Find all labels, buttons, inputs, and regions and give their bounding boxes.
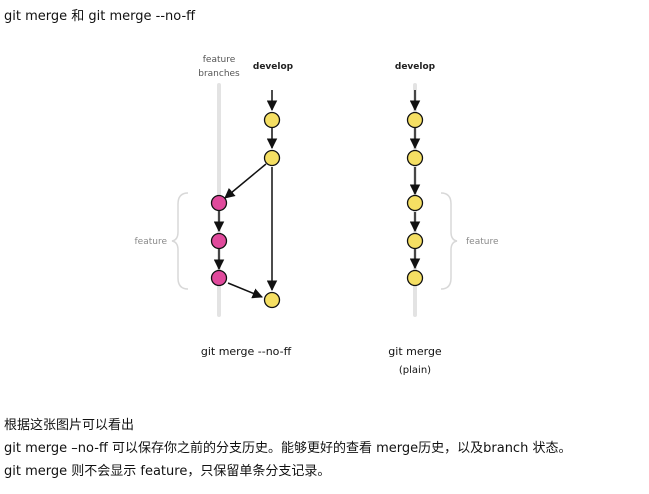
plain-commit-2 bbox=[406, 149, 424, 167]
plain-commit-3 bbox=[406, 194, 424, 212]
feature-brace-left bbox=[171, 192, 189, 290]
arrow-merge-in bbox=[227, 282, 263, 299]
feature-commit-2 bbox=[210, 232, 228, 250]
feature-brace-label-left: feature bbox=[135, 237, 168, 247]
feature-commit-3 bbox=[210, 269, 228, 287]
feature-commit-1 bbox=[210, 194, 228, 212]
feature-brace-label-right: feature bbox=[466, 237, 499, 247]
paragraph-intro: 根据这张图片可以看出 bbox=[4, 418, 135, 433]
plain-commit-1 bbox=[406, 111, 424, 129]
develop-label-right: develop bbox=[395, 62, 436, 72]
feature-brace-right bbox=[440, 192, 458, 290]
git-merge-diagram: feature branches develop feature git mer… bbox=[135, 55, 499, 376]
plain-commit-4 bbox=[406, 232, 424, 250]
feature-branches-label-line1: feature bbox=[203, 55, 236, 65]
feature-branches-label-line2: branches bbox=[198, 69, 240, 79]
develop-merge-commit bbox=[263, 291, 281, 309]
develop-label-left: develop bbox=[253, 62, 294, 72]
no-ff-diagram: feature branches develop feature git mer… bbox=[135, 55, 294, 358]
plain-merge-diagram: develop feature git merge (plain) bbox=[388, 62, 499, 376]
explanation-text: 根据这张图片可以看出 git merge –no-ff 可以保存你之前的分支历史… bbox=[4, 414, 571, 483]
caption-no-ff: git merge --no-ff bbox=[201, 345, 292, 358]
develop-commit-1 bbox=[263, 111, 281, 129]
arrow-branch-out bbox=[224, 163, 267, 199]
develop-commit-2 bbox=[263, 149, 281, 167]
caption-plain-sub: (plain) bbox=[399, 365, 431, 376]
plain-commit-5 bbox=[406, 269, 424, 287]
paragraph-no-ff: git merge –no-ff 可以保存你之前的分支历史。能够更好的查看 me… bbox=[4, 441, 572, 456]
paragraph-plain: git merge 则不会显示 feature，只保留单条分支记录。 bbox=[4, 464, 331, 479]
caption-plain: git merge bbox=[388, 345, 442, 358]
